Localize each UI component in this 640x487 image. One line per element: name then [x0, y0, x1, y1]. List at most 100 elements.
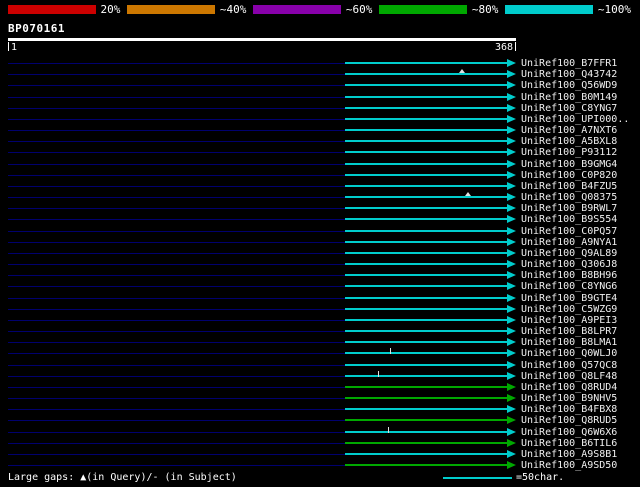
- alignment-segment[interactable]: [345, 218, 507, 220]
- hit-row[interactable]: UniRef100_Q56WD9: [0, 80, 640, 91]
- alignment-segment[interactable]: [345, 375, 507, 377]
- alignment-segment[interactable]: [345, 174, 507, 176]
- hit-label[interactable]: UniRef100_B9S554: [521, 214, 617, 225]
- hit-label[interactable]: UniRef100_C0PQ57: [521, 226, 617, 237]
- alignment-segment[interactable]: [345, 129, 507, 131]
- hit-label[interactable]: UniRef100_Q8RUD5: [521, 415, 617, 426]
- hit-label[interactable]: UniRef100_Q0WLJ0: [521, 348, 617, 359]
- alignment-segment[interactable]: [345, 386, 507, 388]
- hit-label[interactable]: UniRef100_B9RWL7: [521, 203, 617, 214]
- hit-row[interactable]: UniRef100_B9RWL7: [0, 203, 640, 214]
- alignment-segment[interactable]: [345, 140, 507, 142]
- alignment-segment[interactable]: [345, 185, 507, 187]
- hit-label[interactable]: UniRef100_B9GTE4: [521, 293, 617, 304]
- hit-label[interactable]: UniRef100_Q9AL89: [521, 248, 617, 259]
- hit-label[interactable]: UniRef100_Q8LF48: [521, 371, 617, 382]
- alignment-segment[interactable]: [345, 319, 507, 321]
- hit-label[interactable]: UniRef100_Q56WD9: [521, 80, 617, 91]
- hit-label[interactable]: UniRef100_A7NXT6: [521, 125, 617, 136]
- hit-row[interactable]: UniRef100_P93112: [0, 147, 640, 158]
- hit-label[interactable]: UniRef100_A9PEI3: [521, 315, 617, 326]
- hit-label[interactable]: UniRef100_B6TIL6: [521, 438, 617, 449]
- alignment-segment[interactable]: [345, 330, 507, 332]
- alignment-segment[interactable]: [345, 241, 507, 243]
- hit-label[interactable]: UniRef100_B7FFR1: [521, 58, 617, 69]
- alignment-segment[interactable]: [345, 297, 507, 299]
- alignment-segment[interactable]: [345, 419, 507, 421]
- alignment-segment[interactable]: [345, 453, 507, 455]
- alignment-segment[interactable]: [345, 62, 507, 64]
- hit-label[interactable]: UniRef100_C8YNG6: [521, 281, 617, 292]
- hit-row[interactable]: UniRef100_A5BXL8: [0, 136, 640, 147]
- alignment-segment[interactable]: [345, 285, 507, 287]
- alignment-segment[interactable]: [345, 73, 507, 75]
- hit-label[interactable]: UniRef100_Q306J8: [521, 259, 617, 270]
- hit-label[interactable]: UniRef100_B8LMA1: [521, 337, 617, 348]
- hit-row[interactable]: UniRef100_Q08375: [0, 192, 640, 203]
- hit-label[interactable]: UniRef100_Q08375: [521, 192, 617, 203]
- hit-row[interactable]: UniRef100_B8LMA1: [0, 337, 640, 348]
- alignment-segment[interactable]: [345, 408, 507, 410]
- hit-label[interactable]: UniRef100_B4FZU5: [521, 181, 617, 192]
- hit-label[interactable]: UniRef100_B8BH96: [521, 270, 617, 281]
- hit-row[interactable]: UniRef100_B9S554: [0, 214, 640, 225]
- hit-label[interactable]: UniRef100_UPI000..: [521, 114, 629, 125]
- hit-label[interactable]: UniRef100_B9GMG4: [521, 159, 617, 170]
- hit-row[interactable]: UniRef100_A9SD50: [0, 460, 640, 471]
- hit-row[interactable]: UniRef100_B9GMG4: [0, 159, 640, 170]
- hit-label[interactable]: UniRef100_B4FBX8: [521, 404, 617, 415]
- alignment-segment[interactable]: [345, 442, 507, 444]
- alignment-segment[interactable]: [345, 84, 507, 86]
- hit-row[interactable]: UniRef100_B9NHV5: [0, 393, 640, 404]
- alignment-segment[interactable]: [345, 163, 507, 165]
- hit-row[interactable]: UniRef100_UPI000..: [0, 114, 640, 125]
- hit-row[interactable]: UniRef100_Q9AL89: [0, 248, 640, 259]
- hit-row[interactable]: UniRef100_C0PQ57: [0, 226, 640, 237]
- hit-row[interactable]: UniRef100_B9GTE4: [0, 293, 640, 304]
- hit-row[interactable]: UniRef100_B8LPR7: [0, 326, 640, 337]
- alignment-segment[interactable]: [345, 96, 507, 98]
- hit-row[interactable]: UniRef100_Q0WLJ0: [0, 348, 640, 359]
- hit-row[interactable]: UniRef100_Q8LF48: [0, 371, 640, 382]
- hit-row[interactable]: UniRef100_Q8RUD5: [0, 415, 640, 426]
- hit-label[interactable]: UniRef100_C5WZG9: [521, 304, 617, 315]
- hit-row[interactable]: UniRef100_Q6W6X6: [0, 427, 640, 438]
- alignment-segment[interactable]: [345, 207, 507, 209]
- hit-row[interactable]: UniRef100_B4FBX8: [0, 404, 640, 415]
- hit-label[interactable]: UniRef100_C0P820: [521, 170, 617, 181]
- alignment-segment[interactable]: [345, 263, 507, 265]
- alignment-segment[interactable]: [345, 118, 507, 120]
- hit-label[interactable]: UniRef100_B8LPR7: [521, 326, 617, 337]
- alignment-segment[interactable]: [345, 252, 507, 254]
- hit-row[interactable]: UniRef100_Q57QC8: [0, 360, 640, 371]
- hit-label[interactable]: UniRef100_A9S8B1: [521, 449, 617, 460]
- hit-row[interactable]: UniRef100_Q306J8: [0, 259, 640, 270]
- alignment-segment[interactable]: [345, 230, 507, 232]
- alignment-segment[interactable]: [345, 397, 507, 399]
- hit-label[interactable]: UniRef100_Q6W6X6: [521, 427, 617, 438]
- hit-row[interactable]: UniRef100_C8YNG6: [0, 281, 640, 292]
- hit-row[interactable]: UniRef100_A7NXT6: [0, 125, 640, 136]
- hit-row[interactable]: UniRef100_B8BH96: [0, 270, 640, 281]
- hit-label[interactable]: UniRef100_B9NHV5: [521, 393, 617, 404]
- hit-row[interactable]: UniRef100_B0M149: [0, 92, 640, 103]
- hit-row[interactable]: UniRef100_B7FFR1: [0, 58, 640, 69]
- hit-label[interactable]: UniRef100_Q8RUD4: [521, 382, 617, 393]
- hit-label[interactable]: UniRef100_Q43742: [521, 69, 617, 80]
- alignment-segment[interactable]: [345, 151, 507, 153]
- hit-row[interactable]: UniRef100_Q43742: [0, 69, 640, 80]
- hit-row[interactable]: UniRef100_B4FZU5: [0, 181, 640, 192]
- hit-label[interactable]: UniRef100_B0M149: [521, 92, 617, 103]
- alignment-segment[interactable]: [345, 352, 507, 354]
- hit-row[interactable]: UniRef100_A9PEI3: [0, 315, 640, 326]
- alignment-segment[interactable]: [345, 274, 507, 276]
- hit-row[interactable]: UniRef100_C5WZG9: [0, 304, 640, 315]
- hit-label[interactable]: UniRef100_C8YNG7: [521, 103, 617, 114]
- hit-row[interactable]: UniRef100_B6TIL6: [0, 438, 640, 449]
- alignment-segment[interactable]: [345, 107, 507, 109]
- hit-label[interactable]: UniRef100_P93112: [521, 147, 617, 158]
- alignment-segment[interactable]: [345, 341, 507, 343]
- hit-row[interactable]: UniRef100_C8YNG7: [0, 103, 640, 114]
- alignment-segment[interactable]: [345, 431, 507, 433]
- hit-row[interactable]: UniRef100_C0P820: [0, 170, 640, 181]
